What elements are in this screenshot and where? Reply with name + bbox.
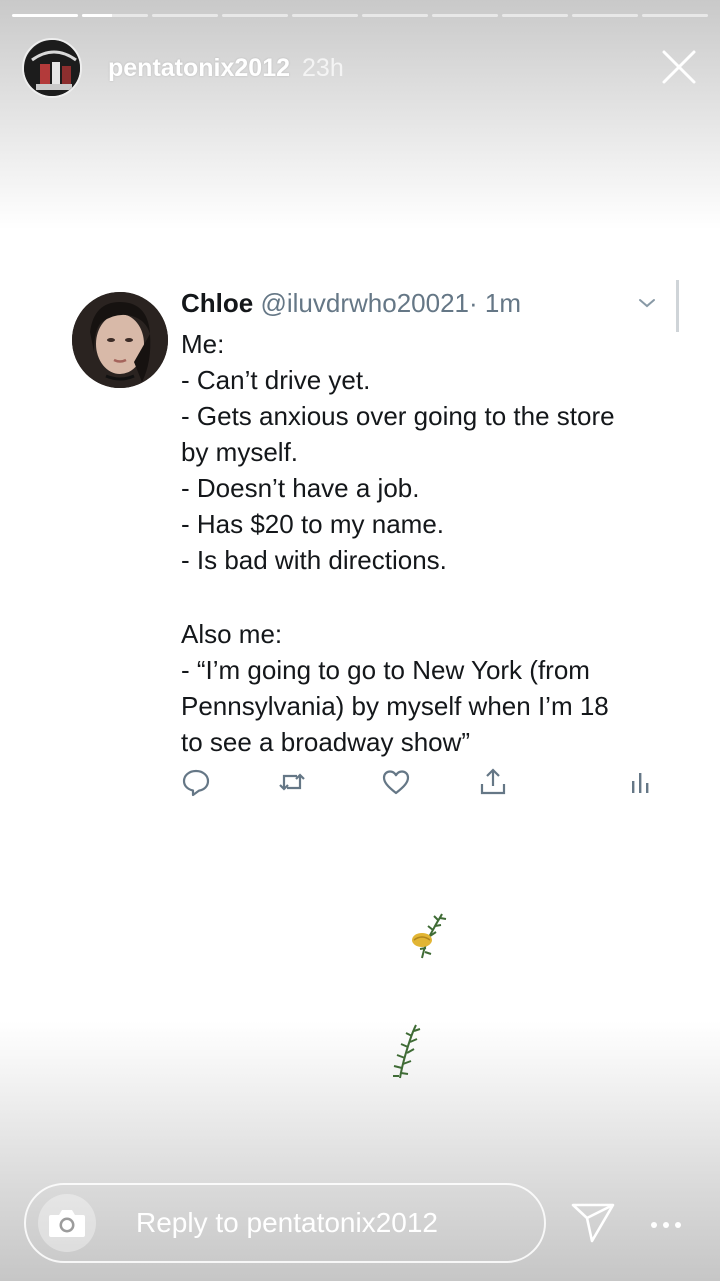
tweet-line: by myself. xyxy=(181,437,299,467)
tweet-avatar xyxy=(72,292,168,388)
chevron-down-icon xyxy=(637,296,657,310)
share-icon xyxy=(478,767,508,797)
progress-segment xyxy=(642,14,708,17)
vine-sticker xyxy=(386,1022,426,1085)
progress-fill xyxy=(82,14,112,17)
progress-segment xyxy=(82,14,148,17)
tweet-line: Me: xyxy=(181,329,225,359)
send-icon[interactable] xyxy=(570,1200,616,1244)
top-gradient xyxy=(0,0,720,230)
progress-segment xyxy=(152,14,218,17)
story-progress-bar xyxy=(12,14,708,18)
tweet-line: Also me: xyxy=(181,619,283,649)
tweet-card: Chloe @iluvdrwho20021· 1m Me: - Can’t dri… xyxy=(40,272,688,812)
tweet-line: - Is bad with directions. xyxy=(181,545,447,575)
scrollbar xyxy=(676,280,679,332)
tweet-line: - Gets anxious over going to the store xyxy=(181,401,615,431)
tweet-line: - Has $20 to my name. xyxy=(181,509,444,539)
progress-segment xyxy=(12,14,78,17)
tweet-line: to see a broadway show” xyxy=(181,727,471,757)
tweet-header: Chloe @iluvdrwho20021· 1m xyxy=(181,288,521,319)
retweet-icon xyxy=(277,767,307,797)
progress-segment xyxy=(362,14,428,17)
more-icon[interactable] xyxy=(650,1217,682,1228)
progress-segment xyxy=(572,14,638,17)
account-username[interactable]: pentatonix2012 xyxy=(108,54,290,83)
progress-fill xyxy=(12,14,78,17)
tweet-author-handle[interactable]: @iluvdrwho20021 xyxy=(260,288,469,318)
tweet-line: - Doesn’t have a job. xyxy=(181,473,420,503)
tweet-actions xyxy=(181,767,661,797)
camera-icon[interactable] xyxy=(38,1194,96,1252)
tweet-line: Pennsylvania) by myself when I’m 18 xyxy=(181,691,609,721)
heart-icon xyxy=(381,767,411,797)
flower-sticker xyxy=(404,910,450,967)
progress-segment xyxy=(222,14,288,17)
reply-bar[interactable]: Reply to pentatonix2012 xyxy=(24,1183,546,1263)
tweet-author-name[interactable]: Chloe xyxy=(181,288,253,318)
story-time-ago: 23h xyxy=(302,53,344,82)
progress-segment xyxy=(292,14,358,17)
analytics-icon xyxy=(626,767,656,797)
progress-segment xyxy=(432,14,498,17)
close-icon[interactable] xyxy=(660,48,698,86)
tweet-timestamp: · 1m xyxy=(469,288,521,318)
tweet-line: - “I’m going to go to New York (from xyxy=(181,655,590,685)
tweet-text: Me: - Can’t drive yet. - Gets anxious over… xyxy=(181,326,671,760)
tweet-line: - Can’t drive yet. xyxy=(181,365,371,395)
progress-segment xyxy=(502,14,568,17)
reply-input[interactable]: Reply to pentatonix2012 xyxy=(136,1207,438,1239)
story-view[interactable]: pentatonix2012 23h Chloe @iluvdrwho20021… xyxy=(0,0,720,1281)
reply-icon xyxy=(181,767,211,797)
account-avatar[interactable] xyxy=(22,38,82,98)
story-header: pentatonix2012 23h xyxy=(22,38,344,98)
